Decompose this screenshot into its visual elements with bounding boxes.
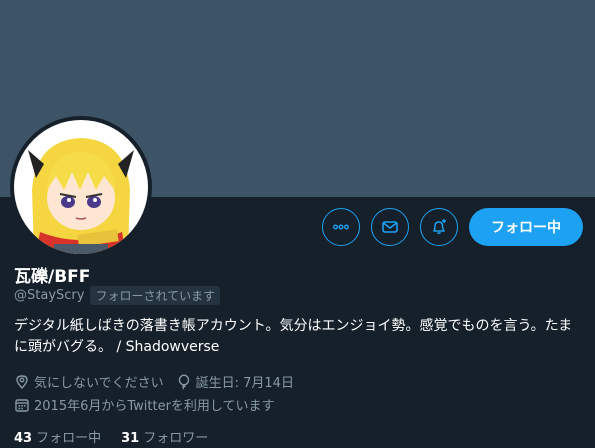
following-button[interactable]: フォロー中 <box>469 208 583 246</box>
balloon-icon <box>178 373 189 390</box>
profile-actions: フォロー中 <box>322 207 583 247</box>
followers-label: フォロワー <box>143 431 209 446</box>
message-button[interactable] <box>371 208 409 246</box>
avatar-image <box>14 120 148 254</box>
user-handle: @StayScry <box>14 288 85 303</box>
joined-text: 2015年6月からTwitterを利用しています <box>34 399 275 414</box>
profile-meta-row: 気にしないでください 誕生日: 7月14日 <box>14 372 306 391</box>
follows-you-badge: フォローされています <box>90 286 221 305</box>
birthday-item: 誕生日: 7月14日 <box>176 372 294 391</box>
following-link[interactable]: 43 フォロー中 <box>14 427 101 446</box>
birthday-text: 誕生日: 7月14日 <box>195 376 294 391</box>
bell-plus-icon <box>433 219 446 234</box>
location-pin-icon <box>16 374 28 389</box>
joined-row: 2015年6月からTwitterを利用しています <box>14 395 287 414</box>
profile-bio: デジタル紙しばきの落書き帳アカウント。気分はエンジョイ勢。感覚でものを言う。たま… <box>14 318 573 355</box>
follow-stats: 43 フォロー中 31 フォロワー <box>14 427 228 446</box>
envelope-icon <box>382 221 398 233</box>
avatar[interactable] <box>10 116 152 258</box>
calendar-icon <box>15 398 29 412</box>
joined-item: 2015年6月からTwitterを利用しています <box>14 395 275 414</box>
followers-count: 31 <box>121 431 140 446</box>
following-count: 43 <box>14 431 33 446</box>
handle-row: @StayScry フォローされています <box>14 286 221 305</box>
location-text: 気にしないでください <box>34 376 164 391</box>
location-item: 気にしないでください <box>14 372 164 391</box>
following-label: フォロー中 <box>36 431 102 446</box>
followers-link[interactable]: 31 フォロワー <box>121 427 208 446</box>
more-dots-icon <box>333 224 349 230</box>
notifications-button[interactable] <box>420 208 458 246</box>
display-name: 瓦礫/BFF <box>14 267 91 287</box>
more-options-button[interactable] <box>322 208 360 246</box>
